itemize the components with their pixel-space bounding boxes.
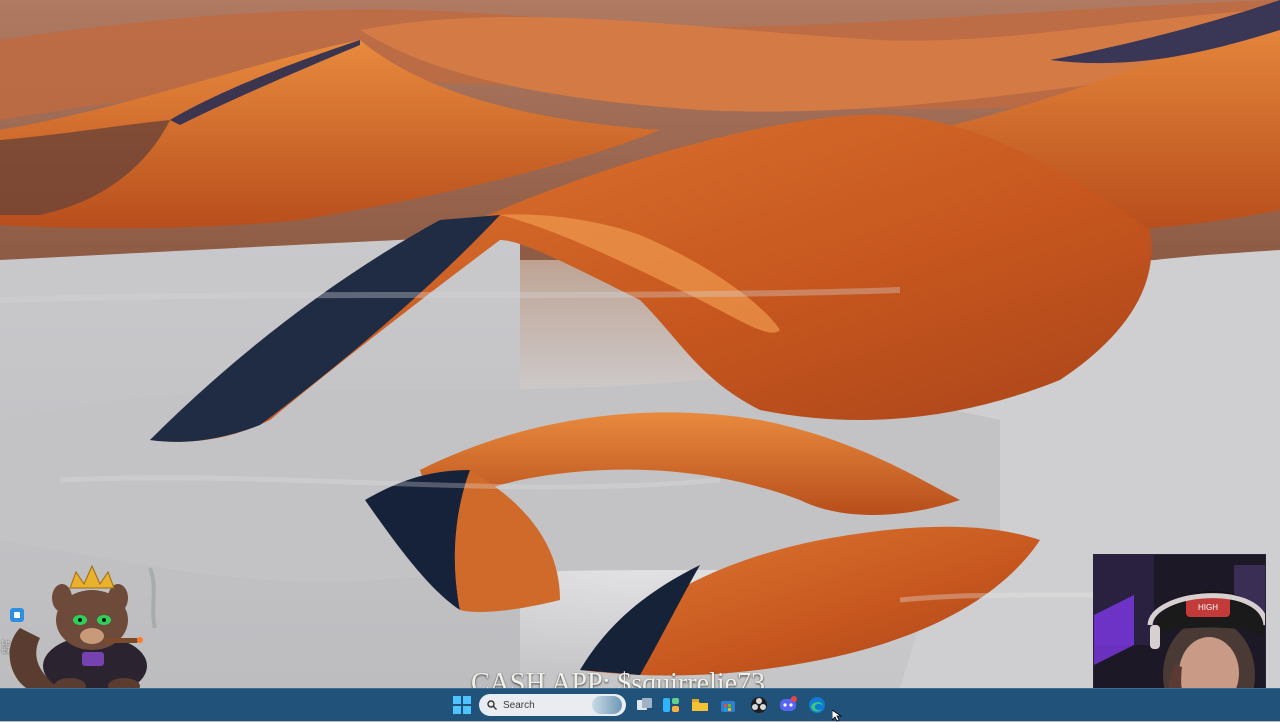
- search-box[interactable]: Search: [479, 694, 626, 716]
- cash-app-overlay-text: CASH APP: $squirrelie73: [471, 668, 766, 688]
- obs-icon[interactable]: [749, 695, 769, 715]
- streamer-webcam-feed: HIGH: [1094, 555, 1265, 688]
- widgets-icon[interactable]: [661, 695, 681, 715]
- search-placeholder: Search: [503, 699, 535, 711]
- system-tray[interactable]: [1228, 693, 1268, 717]
- desktop-wallpaper: Le this HIGH CASH APP: $squirrelie73: [0, 0, 1280, 688]
- mouse-cursor-icon: [832, 710, 842, 722]
- start-icon[interactable]: [453, 696, 471, 714]
- store-icon[interactable]: [718, 695, 738, 715]
- squirrel-king-mascot: [9, 564, 157, 688]
- task-view-icon[interactable]: [634, 695, 654, 715]
- webcam-overlay: HIGH: [1093, 554, 1266, 688]
- svg-text:HIGH: HIGH: [1198, 603, 1218, 612]
- file-explorer-icon[interactable]: [690, 695, 710, 715]
- search-icon: [487, 700, 497, 710]
- edge-icon[interactable]: [807, 695, 827, 715]
- dune-landscape-image: [0, 0, 1280, 688]
- search-highlight-image: [592, 696, 622, 714]
- discord-icon[interactable]: [778, 695, 798, 715]
- taskbar: Search: [0, 688, 1280, 721]
